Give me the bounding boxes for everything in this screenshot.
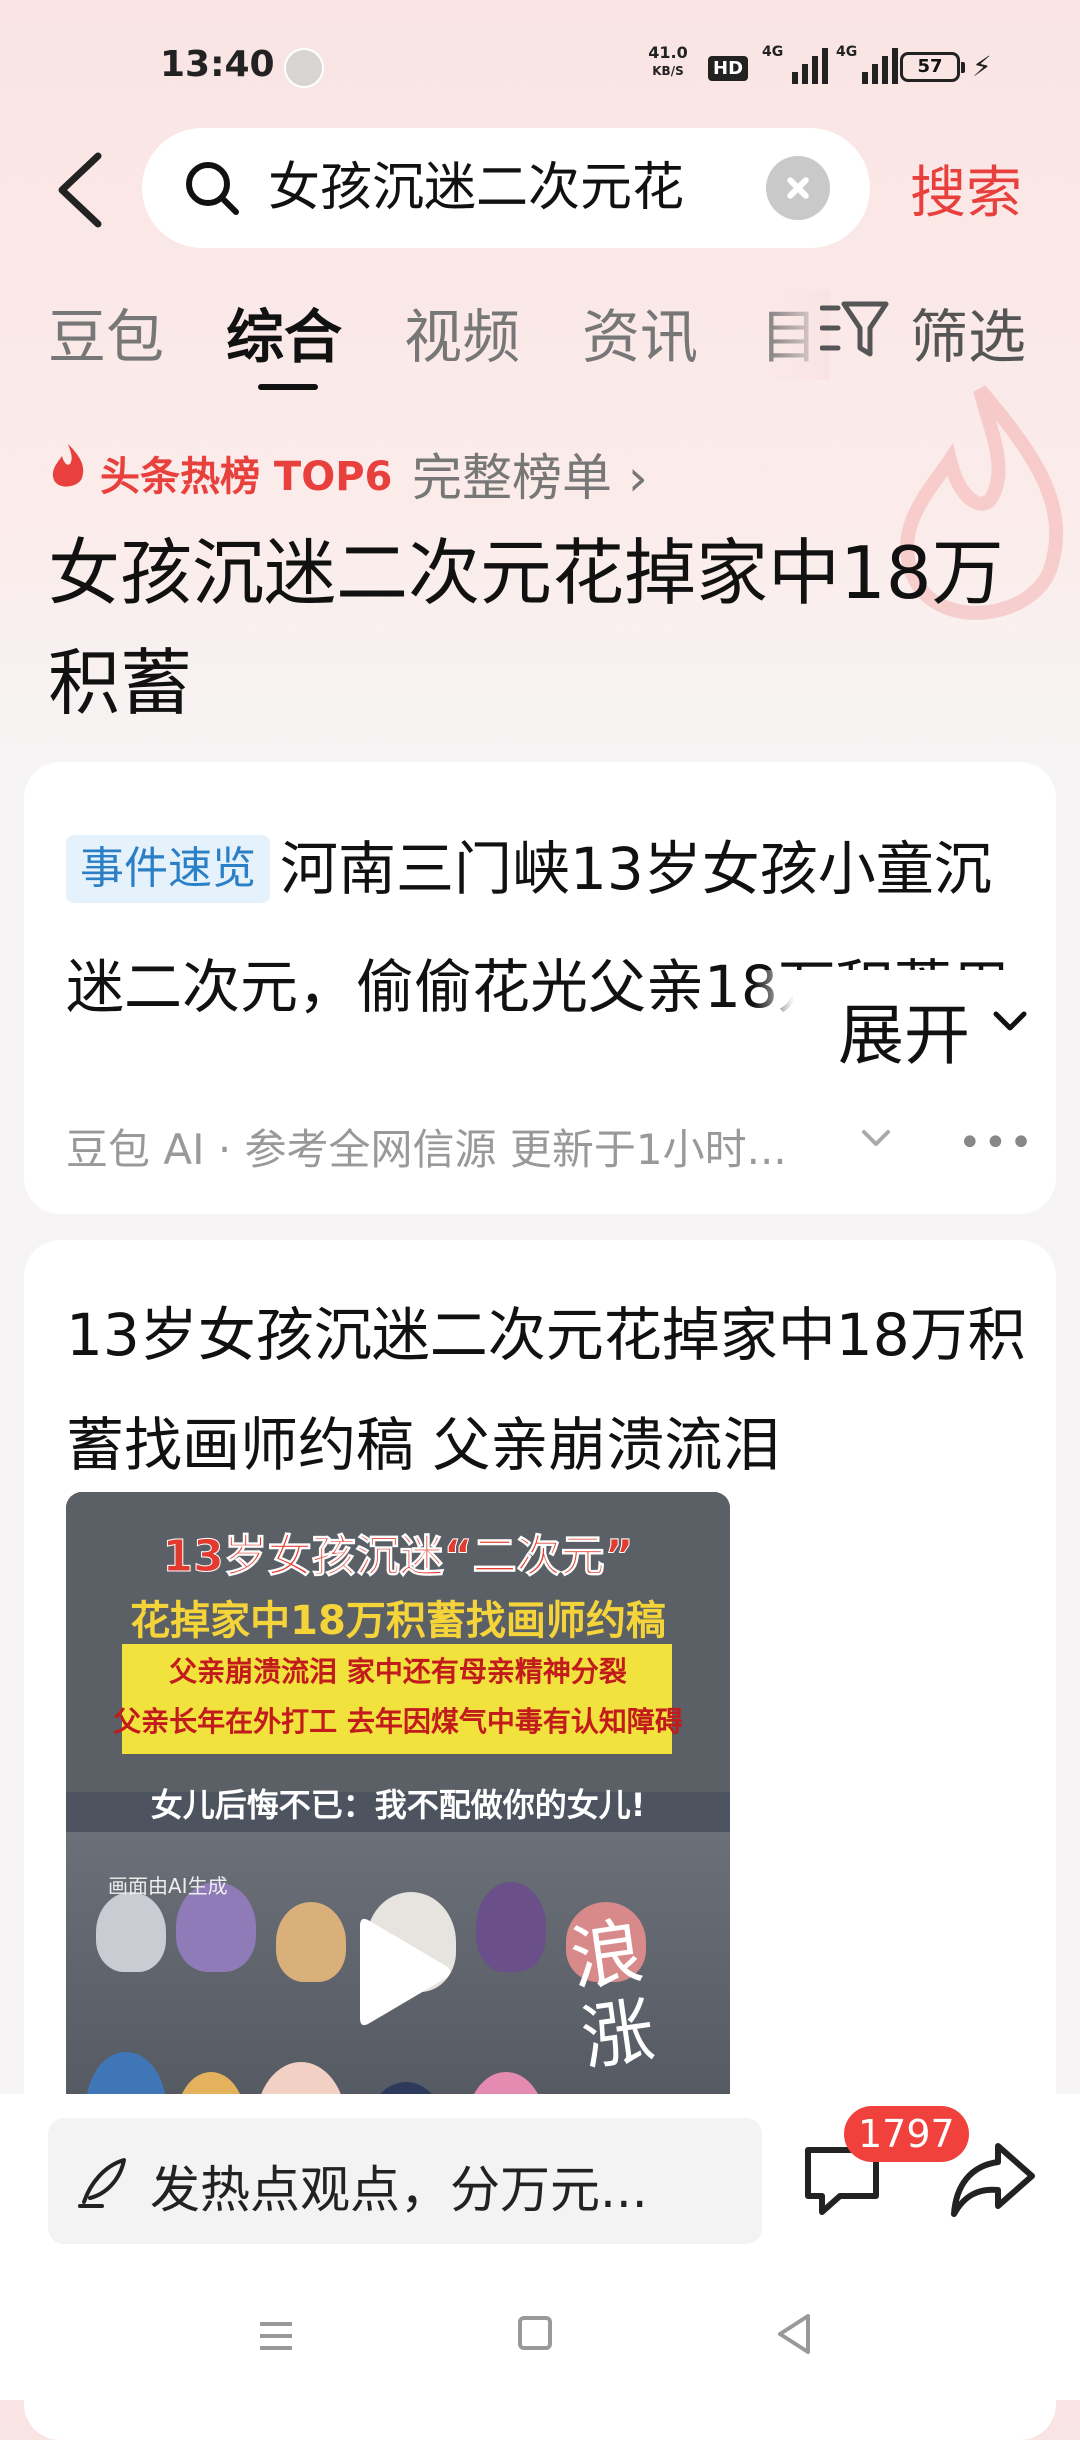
ai-generated-note: 画面由AI生成 (108, 1874, 228, 1898)
watermark-brush-text: 浪涨 (565, 1908, 660, 2081)
signal-label: 4G (762, 44, 784, 60)
comment-placeholder: 发热点观点，分万元... (150, 2161, 648, 2219)
event-badge: 事件速览 (66, 835, 270, 903)
tab-doubao[interactable]: 豆包 (48, 290, 164, 374)
net-speed: 41.0 KB/S (648, 44, 688, 80)
back-icon[interactable] (774, 2312, 814, 2356)
thumbnail-caption-4: 父亲长年在外打工 去年因煤气中毒有认知障碍 (113, 1705, 683, 1738)
summary-card[interactable]: 事件速览河南三门峡13岁女孩小童沉迷二次元，偷偷花光父亲18万积蓄用于找画师约稿… (24, 762, 1056, 1214)
menu-icon[interactable] (256, 2316, 296, 2356)
net-speed-value: 41.0 (648, 43, 688, 62)
thumbnail-caption-1: 13岁女孩沉迷“二次元” (162, 1531, 634, 1583)
search-button[interactable]: 搜索 (910, 148, 1022, 229)
hot-list-label: 头条热榜 TOP6 (100, 454, 393, 500)
search-input[interactable]: 女孩沉迷二次元花 (268, 154, 684, 222)
tab-video[interactable]: 视频 (404, 290, 520, 374)
net-speed-unit: KB/S (652, 64, 684, 78)
active-tab-indicator (258, 384, 318, 390)
share-icon[interactable] (948, 2138, 1038, 2222)
full-list-link[interactable]: 完整榜单 › (412, 438, 648, 510)
chevron-down-icon[interactable] (860, 1128, 892, 1148)
signal-label: 4G (836, 44, 858, 60)
signal-icon: 4G (836, 44, 906, 84)
bottom-bar: 发热点观点，分万元... 1797 (0, 2094, 1080, 2400)
home-icon[interactable] (518, 2316, 552, 2350)
expand-button[interactable]: 展开 (754, 970, 1044, 1080)
pen-icon (78, 2158, 126, 2208)
chevron-down-icon (993, 1011, 1027, 1031)
tab-news[interactable]: 资讯 (582, 290, 698, 374)
back-arrow-icon[interactable] (48, 150, 118, 230)
status-time: 13:40 (160, 44, 275, 85)
thumbnail-caption-5: 女儿后悔不已：我不配做你的女儿! (150, 1786, 646, 1824)
thumbnail-caption-3: 父亲崩溃流泪 家中还有母亲精神分裂 (169, 1655, 627, 1688)
filter-label: 筛选 (910, 303, 1027, 371)
page-title: 女孩沉迷二次元花掉家中18万积蓄 (48, 531, 1004, 725)
filter-icon (820, 301, 889, 357)
article-title[interactable]: 13岁女孩沉迷二次元花掉家中18万积蓄找画师约稿 父亲崩溃流泪 (66, 1280, 1026, 1500)
more-icon[interactable]: ••• (958, 1120, 1033, 1166)
status-bar: 13:40 41.0 KB/S HD 4G 4G 57 ⚡ (0, 0, 1080, 120)
tab-comprehensive[interactable]: 综合 (226, 290, 342, 374)
hd-icon: HD (708, 56, 749, 81)
flame-icon (52, 444, 84, 487)
clear-icon[interactable] (766, 156, 830, 220)
expand-label: 展开 (838, 997, 970, 1074)
search-icon (186, 162, 239, 215)
signal-icon: 4G (762, 44, 832, 84)
battery-icon: 57 (900, 52, 965, 82)
search-box[interactable]: 女孩沉迷二次元花 (142, 128, 870, 248)
thumbnail-caption-2: 花掉家中18万积蓄找画师约稿 (130, 1598, 666, 1644)
status-avatar-icon (284, 48, 324, 88)
play-icon[interactable] (354, 1912, 454, 2032)
summary-source: 豆包 AI · 参考全网信源 更新于1小时... (66, 1125, 787, 1174)
comment-input[interactable]: 发热点观点，分万元... (48, 2118, 762, 2244)
charging-icon: ⚡ (972, 50, 992, 83)
